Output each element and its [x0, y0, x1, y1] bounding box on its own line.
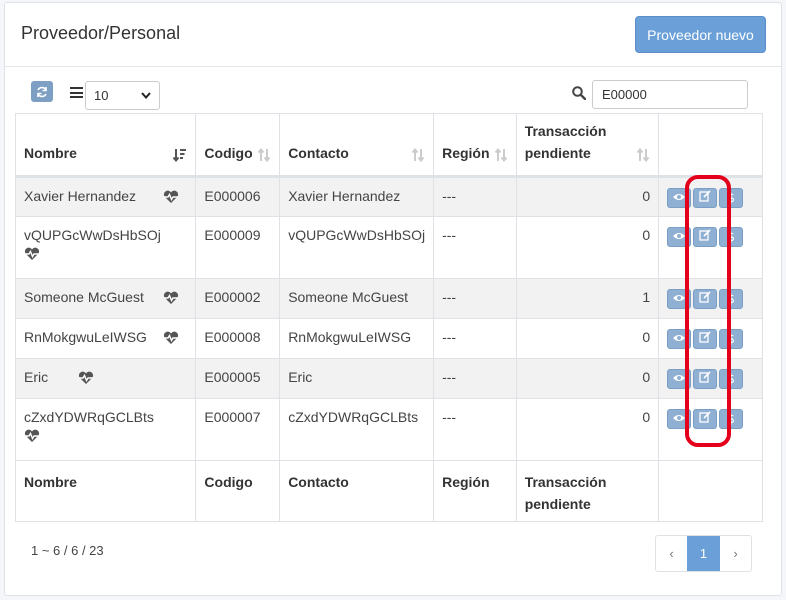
- heart-pulse-icon[interactable]: [163, 291, 179, 305]
- footer-region: Región: [433, 460, 517, 522]
- supplier-table: Nombre Codigo Contacto Región Transacció…: [14, 113, 763, 522]
- cell-nombre: Xavier Hernandez: [14, 176, 197, 217]
- cell-pendiente: 0: [515, 398, 660, 461]
- cell-codigo: E000002: [195, 278, 281, 319]
- cell-codigo: E000007: [195, 398, 281, 461]
- table-row: RnMokgwuLeIWSG E000008 RnMokgwuLeIWSG --…: [14, 318, 763, 359]
- page-title: Proveedor/Personal: [21, 23, 181, 43]
- column-header-transaccion[interactable]: Transacción pendiente: [515, 113, 660, 178]
- heart-pulse-icon[interactable]: [24, 247, 40, 261]
- refresh-icon: [37, 86, 47, 97]
- heart-pulse-icon[interactable]: [163, 190, 179, 204]
- card-header: Proveedor/Personal Proveedor nuevo: [5, 3, 781, 67]
- pagination-info: 1 ~ 6 / 6 / 23: [31, 543, 104, 558]
- table-row: cZxdYDWRqGCLBts E000007 cZxdYDWRqGCLBts …: [14, 398, 763, 461]
- cell-region: ---: [433, 176, 517, 217]
- table-row: Xavier Hernandez E000006 Xavier Hernande…: [14, 176, 763, 217]
- cell-contacto: cZxdYDWRqGCLBts: [279, 398, 435, 461]
- footer-actions: [658, 460, 763, 522]
- cell-region: ---: [433, 216, 517, 279]
- cell-nombre: Someone McGuest: [14, 278, 197, 319]
- new-supplier-button[interactable]: Proveedor nuevo: [635, 16, 766, 53]
- sort-icon: [494, 148, 507, 162]
- cell-contacto: Eric: [279, 358, 435, 399]
- column-header-contacto[interactable]: Contacto: [279, 113, 435, 178]
- table-row: vQUPGcWwDsHbSOj E000009 vQUPGcWwDsHbSOj …: [14, 216, 763, 279]
- column-header-actions: [658, 113, 763, 178]
- cell-codigo: E000005: [195, 358, 281, 399]
- footer-contacto: Contacto: [279, 460, 435, 522]
- heart-pulse-icon[interactable]: [163, 331, 179, 345]
- cell-region: ---: [433, 318, 517, 359]
- cell-codigo: E000009: [195, 216, 281, 279]
- column-header-codigo[interactable]: Codigo: [195, 113, 281, 178]
- footer-codigo: Codigo: [195, 460, 281, 522]
- cell-pendiente: 1: [515, 278, 660, 319]
- cell-region: ---: [433, 278, 517, 319]
- page-1-button[interactable]: 1: [687, 536, 720, 571]
- cell-nombre: cZxdYDWRqGCLBts: [14, 398, 197, 461]
- heart-pulse-icon[interactable]: [24, 429, 40, 443]
- column-header-nombre[interactable]: Nombre: [14, 113, 197, 178]
- search-input[interactable]: E00000: [592, 80, 748, 109]
- heart-pulse-icon[interactable]: [78, 371, 94, 385]
- cell-nombre: RnMokgwuLeIWSG: [14, 318, 197, 359]
- edit-column-highlight: [685, 175, 731, 447]
- cell-nombre: vQUPGcWwDsHbSOj: [14, 216, 197, 279]
- cell-region: ---: [433, 358, 517, 399]
- cell-pendiente: 0: [515, 318, 660, 359]
- pagination: ‹ 1 ›: [655, 535, 752, 572]
- next-page-button[interactable]: ›: [720, 536, 751, 571]
- cell-contacto: Xavier Hernandez: [279, 176, 435, 217]
- table-footer-row: Nombre Codigo Contacto Región Transacció…: [14, 460, 763, 522]
- column-menu-icon[interactable]: [70, 87, 83, 98]
- cell-region: ---: [433, 398, 517, 461]
- search-icon: [572, 86, 586, 100]
- prev-page-button[interactable]: ‹: [656, 536, 687, 571]
- cell-contacto: vQUPGcWwDsHbSOj: [279, 216, 435, 279]
- page-size-value: 10: [94, 88, 109, 103]
- column-header-region[interactable]: Región: [433, 113, 517, 178]
- table-row: Eric E000005 Eric --- 0 $: [14, 358, 763, 399]
- chevron-down-icon: [141, 92, 151, 99]
- cell-codigo: E000006: [195, 176, 281, 217]
- sort-active-icon: [173, 149, 187, 162]
- footer-nombre: Nombre: [14, 460, 197, 522]
- sort-icon: [636, 148, 650, 162]
- cell-pendiente: 0: [515, 216, 660, 279]
- footer-transaccion: Transacción pendiente: [515, 460, 660, 522]
- cell-pendiente: 0: [515, 176, 660, 217]
- page-size-select[interactable]: 10: [85, 81, 160, 110]
- sort-icon: [257, 148, 271, 162]
- table-row: Someone McGuest E000002 Someone McGuest …: [14, 278, 763, 319]
- cell-pendiente: 0: [515, 358, 660, 399]
- refresh-button[interactable]: [31, 81, 53, 102]
- cell-codigo: E000008: [195, 318, 281, 359]
- cell-contacto: Someone McGuest: [279, 278, 435, 319]
- cell-contacto: RnMokgwuLeIWSG: [279, 318, 435, 359]
- cell-nombre: Eric: [14, 358, 197, 399]
- sort-icon: [411, 148, 425, 162]
